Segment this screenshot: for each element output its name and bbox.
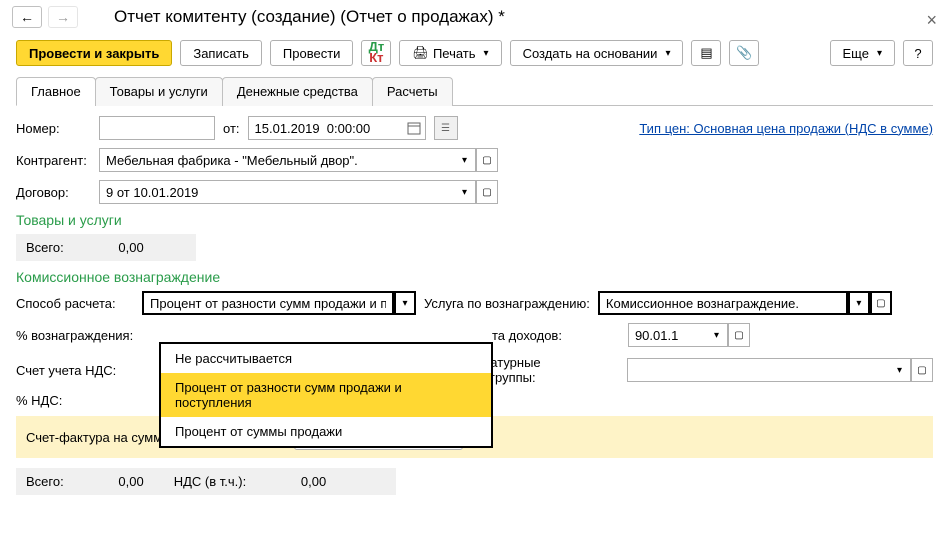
list-button[interactable]: ☰ (434, 116, 458, 140)
from-label: от: (223, 121, 240, 136)
printer-icon: 🖨 (412, 45, 429, 61)
service-open-button[interactable]: ▢ (870, 291, 892, 315)
date-input[interactable] (248, 116, 404, 140)
footer-vat-value: 0,00 (276, 474, 326, 489)
commission-pct-label: % вознаграждения: (16, 328, 146, 343)
nav-forward-button[interactable]: → (48, 6, 78, 28)
goods-total-label: Всего: (26, 240, 64, 255)
contract-input[interactable] (99, 180, 454, 204)
income-open-button[interactable]: ▢ (728, 323, 750, 347)
vat-pct-label: % НДС: (16, 393, 146, 408)
tabs: Главное Товары и услуги Денежные средств… (16, 76, 933, 106)
contragent-dropdown-button[interactable]: ▾ (454, 148, 476, 172)
close-icon[interactable]: × (926, 10, 937, 31)
nomen-group-input[interactable] (627, 358, 889, 382)
footer-total-value: 0,00 (94, 474, 144, 489)
create-based-on-button[interactable]: Создать на основании (510, 40, 684, 66)
tab-main[interactable]: Главное (16, 77, 96, 106)
contragent-open-button[interactable]: ▢ (476, 148, 498, 172)
service-dropdown-button[interactable]: ▾ (848, 291, 870, 315)
goods-section-header: Товары и услуги (16, 212, 933, 228)
dt-kt-button[interactable]: ДтКт (361, 40, 391, 66)
tab-calcs[interactable]: Расчеты (372, 77, 453, 106)
dd-option-none[interactable]: Не рассчитывается (161, 344, 491, 373)
number-input[interactable] (99, 116, 215, 140)
footer-total-label: Всего: (26, 474, 64, 489)
nomen-group-label: атурные группы: (490, 355, 589, 385)
post-and-close-button[interactable]: Провести и закрыть (16, 40, 172, 66)
tab-cash[interactable]: Денежные средства (222, 77, 373, 106)
save-button[interactable]: Записать (180, 40, 262, 66)
contragent-label: Контрагент: (16, 153, 91, 168)
service-label: Услуга по вознаграждению: (424, 296, 590, 311)
attach-button[interactable]: 📎 (729, 40, 759, 66)
price-type-link[interactable]: Тип цен: Основная цена продажи (НДС в су… (639, 121, 933, 136)
contract-open-button[interactable]: ▢ (476, 180, 498, 204)
print-button[interactable]: 🖨 Печать (399, 40, 501, 66)
window-title: Отчет комитенту (создание) (Отчет о прод… (114, 7, 505, 27)
contract-dropdown-button[interactable]: ▾ (454, 180, 476, 204)
calc-method-dropdown-button[interactable]: ▾ (394, 291, 416, 315)
calc-method-input[interactable] (142, 291, 394, 315)
tab-goods[interactable]: Товары и услуги (95, 77, 223, 106)
commission-section-header: Комиссионное вознаграждение (16, 269, 933, 285)
calendar-icon (407, 121, 421, 135)
vat-account-label: Счет учета НДС: (16, 363, 146, 378)
more-button[interactable]: Еще (830, 40, 895, 66)
dd-option-sale-percent[interactable]: Процент от суммы продажи (161, 417, 491, 446)
paperclip-icon: 📎 (736, 45, 752, 61)
nomen-dropdown-button[interactable]: ▾ (889, 358, 911, 382)
goods-total-value: 0,00 (94, 240, 144, 255)
help-button[interactable]: ? (903, 40, 933, 66)
income-account-input[interactable] (628, 323, 706, 347)
contract-label: Договор: (16, 185, 91, 200)
calc-method-dropdown-panel: Не рассчитывается Процент от разности су… (159, 342, 493, 448)
income-dropdown-button[interactable]: ▾ (706, 323, 728, 347)
service-input[interactable] (598, 291, 848, 315)
dd-option-diff-percent[interactable]: Процент от разности сумм продажи и посту… (161, 373, 491, 417)
calc-method-label: Способ расчета: (16, 296, 134, 311)
contragent-input[interactable] (99, 148, 454, 172)
income-account-label: та доходов: (492, 328, 562, 343)
post-button[interactable]: Провести (270, 40, 354, 66)
footer-vat-label: НДС (в т.ч.): (174, 474, 247, 489)
structure-button[interactable]: ▤ (691, 40, 721, 66)
nav-back-button[interactable]: ← (12, 6, 42, 28)
calendar-button[interactable] (404, 116, 426, 140)
number-label: Номер: (16, 121, 91, 136)
nomen-open-button[interactable]: ▢ (911, 358, 933, 382)
